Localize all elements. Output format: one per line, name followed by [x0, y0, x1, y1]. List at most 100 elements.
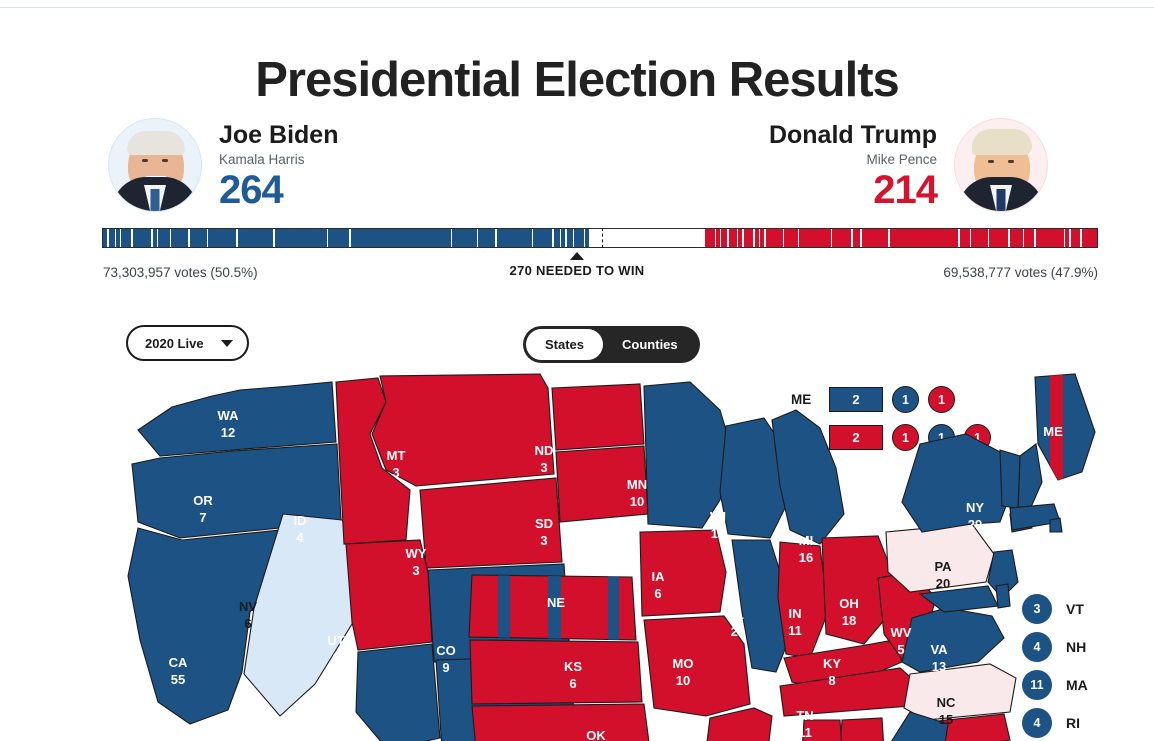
ev-bar-segment-red[interactable] — [738, 229, 743, 247]
map-state-ny[interactable] — [901, 433, 1013, 533]
ev-bar-segment-blue[interactable] — [115, 229, 121, 247]
ev-bar-segment-blue[interactable] — [274, 229, 327, 247]
ev-bar-segment-red[interactable] — [715, 229, 721, 247]
ev-bar-segment-blue[interactable] — [121, 229, 132, 247]
map-state-ms[interactable] — [802, 719, 842, 741]
map-state-ia[interactable] — [639, 529, 727, 617]
map-state-mo[interactable] — [643, 615, 751, 717]
portrait-hair — [127, 131, 185, 155]
map-state-vt[interactable] — [999, 449, 1021, 509]
ev-bar-segment-red[interactable] — [1070, 229, 1081, 247]
ev-bar-segment-blue[interactable] — [132, 229, 152, 247]
tab-counties[interactable]: Counties — [603, 329, 697, 360]
ev-bar-segment-blue[interactable] — [561, 229, 566, 247]
map-state-wa[interactable] — [137, 381, 337, 457]
portrait-eye-right — [1008, 160, 1014, 163]
electoral-vote-bar[interactable] — [102, 228, 1098, 248]
ev-bar-segment-blue[interactable] — [350, 229, 451, 247]
map-state-ri[interactable] — [1049, 517, 1063, 533]
ev-bar-segment-red[interactable] — [721, 229, 728, 247]
ev-bar-segment-red[interactable] — [989, 229, 1009, 247]
page-title: Presidential Election Results — [255, 53, 900, 107]
ev-bar-segment-red[interactable] — [784, 229, 798, 247]
map-state-me[interactable] — [1034, 373, 1096, 481]
map-state-va[interactable] — [901, 607, 1005, 673]
ev-bar-segment-blue[interactable] — [208, 229, 237, 247]
ev-bar-segment-blue[interactable] — [496, 229, 533, 247]
ev-bar-segment-red[interactable] — [754, 229, 759, 247]
avatar-donald-trump — [954, 118, 1048, 212]
tab-states[interactable]: States — [526, 329, 604, 360]
portrait-eye-right — [162, 159, 168, 162]
view-mode-toggle[interactable]: States Counties — [523, 326, 700, 363]
ev-bar-segment-red[interactable] — [1065, 229, 1070, 247]
map-state-in[interactable] — [777, 541, 829, 659]
ev-bar-segment-red[interactable] — [1024, 229, 1035, 247]
ev-bar-segment-blue[interactable] — [103, 229, 108, 247]
map-state-nd[interactable] — [551, 383, 645, 451]
running-mate-right: Mike Pence — [866, 152, 937, 168]
ev-bar-segment-red[interactable] — [1035, 229, 1064, 247]
popular-votes-left: 73,303,957 votes (50.5%) — [103, 265, 258, 280]
map-state-sd[interactable] — [555, 445, 649, 523]
map-state-mt[interactable] — [371, 373, 555, 487]
popular-votes-right: 69,538,777 votes (47.9%) — [943, 265, 1098, 280]
ev-bar-segment-red[interactable] — [970, 229, 988, 247]
ev-bar-segment-red[interactable] — [852, 229, 861, 247]
election-map[interactable]: WA 12 OR 7 CA 55 NV 6 ID 4 MT 3 WY 3 UT 6 CO 9 ND 3 SD 3 NE KS 6… — [0, 372, 1154, 741]
map-state-ut[interactable] — [345, 539, 433, 651]
map-state-mn[interactable] — [643, 381, 733, 529]
ev-bar-segment-blue[interactable] — [328, 229, 350, 247]
ev-bar-segment-blue[interactable] — [566, 229, 573, 247]
map-state-ks[interactable] — [469, 639, 643, 705]
us-map-svg[interactable]: WA12OR7CA55NV6ID4MT3WY3UT6 CO9ND3SD3NEKS6… — [120, 372, 1120, 741]
ev-bar-segment-blue[interactable] — [237, 229, 274, 247]
ev-bar-segment-blue[interactable] — [158, 229, 170, 247]
map-state-nc[interactable] — [903, 663, 1017, 721]
ev-bar-segment-red[interactable] — [832, 229, 852, 247]
ev-bar-segment-red[interactable] — [1081, 229, 1097, 247]
candidate-name-left: Joe Biden — [219, 121, 339, 149]
ev-bar-segment-blue[interactable] — [108, 229, 115, 247]
ev-bar-segment-red[interactable] — [728, 229, 737, 247]
up-arrow-icon — [570, 252, 584, 260]
avatar-joe-biden — [108, 118, 202, 212]
ev-bar-segment-red[interactable] — [889, 229, 959, 247]
ev-bar-segment-blue[interactable] — [189, 229, 207, 247]
ev-bar-segment-red[interactable] — [799, 229, 831, 247]
ev-bar-segment-red[interactable] — [861, 229, 889, 247]
portrait-hair — [972, 129, 1032, 155]
map-state-wy[interactable] — [419, 477, 563, 569]
ev-bar-segment-red[interactable] — [760, 229, 765, 247]
majority-threshold-line — [602, 228, 603, 248]
ev-bar-segment-red[interactable] — [959, 229, 970, 247]
year-select-dropdown[interactable]: 2020 Live — [126, 325, 249, 361]
running-mate-left: Kamala Harris — [219, 152, 305, 168]
map-state-nh[interactable] — [1017, 443, 1043, 515]
ev-bar-segment-blue[interactable] — [533, 229, 553, 247]
ev-bar-segment-blue[interactable] — [553, 229, 560, 247]
ev-bar-segment-blue[interactable] — [478, 229, 496, 247]
ev-bar-segment-blue[interactable] — [171, 229, 189, 247]
candidate-card-left: Joe Biden Kamala Harris 264 — [108, 118, 338, 212]
portrait-eye-left — [988, 160, 994, 163]
electoral-votes-right: 214 — [873, 168, 938, 213]
map-state-pa[interactable] — [885, 523, 995, 593]
map-state-de[interactable] — [995, 583, 1011, 609]
ev-bar-segment-red[interactable] — [704, 229, 715, 247]
ev-bar-segment-red[interactable] — [1009, 229, 1024, 247]
portrait-tie — [150, 189, 160, 211]
map-state-ok[interactable] — [471, 703, 650, 741]
portrait-tie — [996, 189, 1006, 211]
ev-bar-segment-red[interactable] — [743, 229, 754, 247]
map-state-mi[interactable] — [771, 409, 845, 545]
map-state-az[interactable] — [355, 643, 441, 741]
ev-bar-segment-blue[interactable] — [574, 229, 584, 247]
ev-bar-segment-blue[interactable] — [452, 229, 477, 247]
candidate-card-right: Donald Trump Mike Pence 214 — [769, 118, 1048, 212]
ev-bar-segment-blue[interactable] — [152, 229, 158, 247]
ev-bar-segment-red[interactable] — [765, 229, 783, 247]
map-state-al[interactable] — [840, 717, 884, 741]
portrait-eye-left — [142, 159, 148, 162]
ev-bar-segment-blue[interactable] — [585, 229, 590, 247]
